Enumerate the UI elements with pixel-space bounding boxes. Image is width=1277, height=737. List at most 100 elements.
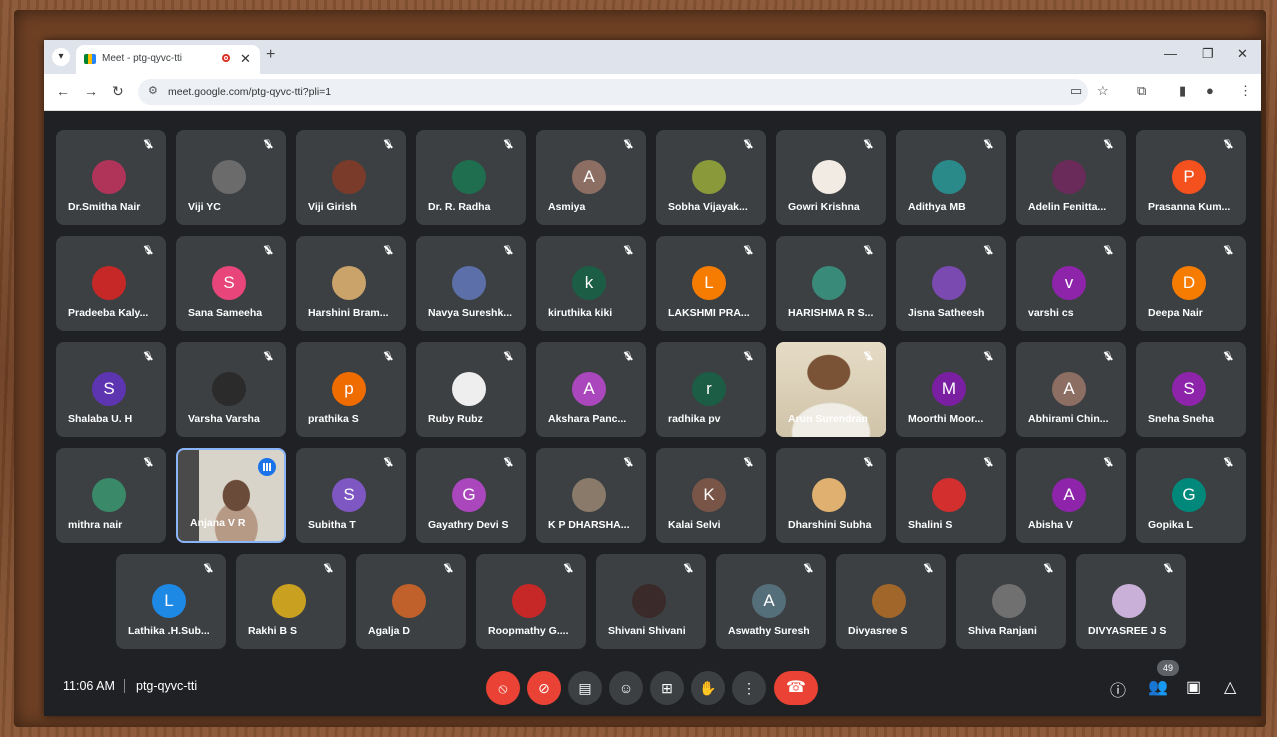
- mic-muted-icon: [380, 136, 396, 152]
- participant-tile[interactable]: Dr.Smitha Nair: [56, 130, 166, 225]
- more-options-button[interactable]: ⋮: [732, 671, 766, 705]
- captions-button[interactable]: ▤: [568, 671, 602, 705]
- bookmark-star-icon[interactable]: ☆: [1097, 83, 1109, 99]
- participant-tile[interactable]: Harshini Bram...: [296, 236, 406, 331]
- participant-tile[interactable]: K P DHARSHA...: [536, 448, 646, 543]
- maximize-icon[interactable]: ❐: [1202, 46, 1214, 62]
- mic-off-button[interactable]: ⦸: [486, 671, 520, 705]
- participant-name: Kalai Selvi: [668, 519, 721, 531]
- participant-tile[interactable]: G Gopika L: [1136, 448, 1246, 543]
- camera-icon[interactable]: ▭: [1070, 83, 1082, 99]
- people-icon[interactable]: 👥: [1148, 677, 1168, 697]
- avatar: S: [92, 372, 126, 406]
- leave-call-button[interactable]: ☎: [774, 671, 818, 705]
- participant-tile[interactable]: Viji YC: [176, 130, 286, 225]
- raise-hand-button[interactable]: ✋: [691, 671, 725, 705]
- participant-tile[interactable]: A Abisha V: [1016, 448, 1126, 543]
- participant-tile[interactable]: M Moorthi Moor...: [896, 342, 1006, 437]
- minimize-icon[interactable]: —: [1164, 46, 1177, 61]
- sidepanel-icon[interactable]: ▮: [1179, 83, 1186, 99]
- participant-name: Viji YC: [188, 201, 221, 213]
- participant-tile[interactable]: Jisna Satheesh: [896, 236, 1006, 331]
- close-window-icon[interactable]: ✕: [1237, 46, 1248, 62]
- participant-tile[interactable]: A Asmiya: [536, 130, 646, 225]
- participant-tile[interactable]: A Akshara Panc...: [536, 342, 646, 437]
- participant-tile[interactable]: p prathika S: [296, 342, 406, 437]
- camera-off-button[interactable]: ⊘: [527, 671, 561, 705]
- participant-tile[interactable]: Dr. R. Radha: [416, 130, 526, 225]
- address-bar[interactable]: ⚙ meet.google.com/ptg-qyvc-tti?pli=1: [138, 79, 1088, 105]
- participant-tile[interactable]: D Deepa Nair: [1136, 236, 1246, 331]
- participant-tile[interactable]: S Sneha Sneha: [1136, 342, 1246, 437]
- participant-tile[interactable]: Varsha Varsha: [176, 342, 286, 437]
- participant-tile[interactable]: Viji Girish: [296, 130, 406, 225]
- participant-tile[interactable]: Rakhi B S: [236, 554, 346, 649]
- participant-tile[interactable]: HARISHMA R S...: [776, 236, 886, 331]
- mic-muted-icon: [500, 136, 516, 152]
- chat-icon[interactable]: ▣: [1186, 677, 1201, 697]
- participant-tile[interactable]: Arun Surendran: [776, 342, 886, 437]
- participant-tile[interactable]: Shalini S: [896, 448, 1006, 543]
- participant-tile[interactable]: Adelin Fenitta...: [1016, 130, 1126, 225]
- participant-tile[interactable]: Dharshini Subha: [776, 448, 886, 543]
- participant-tile[interactable]: r radhika pv: [656, 342, 766, 437]
- mic-muted-icon: [740, 348, 756, 364]
- avatar: [332, 266, 366, 300]
- extensions-icon[interactable]: ⧉: [1137, 83, 1146, 99]
- participant-tile[interactable]: S Shalaba U. H: [56, 342, 166, 437]
- participant-tile[interactable]: Pradeeba Kaly...: [56, 236, 166, 331]
- back-icon[interactable]: ←: [56, 83, 70, 99]
- present-button[interactable]: ⊞: [650, 671, 684, 705]
- participant-tile[interactable]: Agalja D: [356, 554, 466, 649]
- participant-name: HARISHMA R S...: [788, 307, 874, 319]
- participant-tile[interactable]: A Abhirami Chin...: [1016, 342, 1126, 437]
- participant-tile[interactable]: S Subitha T: [296, 448, 406, 543]
- mic-muted-icon: [620, 454, 636, 470]
- participant-tile[interactable]: Shivani Shivani: [596, 554, 706, 649]
- participant-tile[interactable]: Gowri Krishna: [776, 130, 886, 225]
- info-icon[interactable]: ⓘ: [1110, 677, 1126, 701]
- mic-muted-icon: [140, 348, 156, 364]
- mic-muted-icon: [740, 136, 756, 152]
- participant-tile[interactable]: Divyasree S: [836, 554, 946, 649]
- participant-tile[interactable]: mithra nair: [56, 448, 166, 543]
- avatar: [92, 160, 126, 194]
- tab-search-icon[interactable]: ▾: [52, 48, 70, 66]
- mic-muted-icon: [260, 348, 276, 364]
- emoji-button[interactable]: ☺: [609, 671, 643, 705]
- avatar: [1052, 160, 1086, 194]
- mic-muted-icon: [1100, 454, 1116, 470]
- participant-tile[interactable]: S Sana Sameeha: [176, 236, 286, 331]
- mic-muted-icon: [500, 348, 516, 364]
- tab-meet[interactable]: Meet - ptg-qyvc-tti ✕: [76, 45, 260, 74]
- participant-tile[interactable]: Anjana V R: [176, 448, 286, 543]
- divider: [124, 679, 125, 693]
- participant-tile[interactable]: L LAKSHMI PRA...: [656, 236, 766, 331]
- participant-tile[interactable]: k kiruthika kiki: [536, 236, 646, 331]
- participant-tile[interactable]: G Gayathry Devi S: [416, 448, 526, 543]
- participant-tile[interactable]: v varshi cs: [1016, 236, 1126, 331]
- participant-tile[interactable]: Ruby Rubz: [416, 342, 526, 437]
- menu-kebab-icon[interactable]: ⋮: [1239, 83, 1252, 99]
- site-settings-icon[interactable]: ⚙: [148, 84, 158, 97]
- participant-tile[interactable]: A Aswathy Suresh: [716, 554, 826, 649]
- new-tab-button[interactable]: +: [266, 46, 275, 64]
- participant-tile[interactable]: Adithya MB: [896, 130, 1006, 225]
- reload-icon[interactable]: ↻: [112, 83, 124, 100]
- participant-tile[interactable]: L Lathika .H.Sub...: [116, 554, 226, 649]
- participant-tile[interactable]: P Prasanna Kum...: [1136, 130, 1246, 225]
- participant-tile[interactable]: Navya Sureshk...: [416, 236, 526, 331]
- activities-icon[interactable]: △: [1224, 677, 1236, 697]
- mic-muted-icon: [1100, 242, 1116, 258]
- participant-tile[interactable]: Sobha Vijayak...: [656, 130, 766, 225]
- participant-tile[interactable]: Shiva Ranjani: [956, 554, 1066, 649]
- forward-icon[interactable]: →: [84, 83, 98, 99]
- meet-favicon-icon: [84, 54, 96, 64]
- avatar: [572, 478, 606, 512]
- mic-muted-icon: [380, 348, 396, 364]
- participant-tile[interactable]: DIVYASREE J S: [1076, 554, 1186, 649]
- close-tab-icon[interactable]: ✕: [240, 51, 251, 67]
- participant-tile[interactable]: K Kalai Selvi: [656, 448, 766, 543]
- profile-icon[interactable]: ●: [1206, 83, 1214, 98]
- participant-tile[interactable]: Roopmathy G....: [476, 554, 586, 649]
